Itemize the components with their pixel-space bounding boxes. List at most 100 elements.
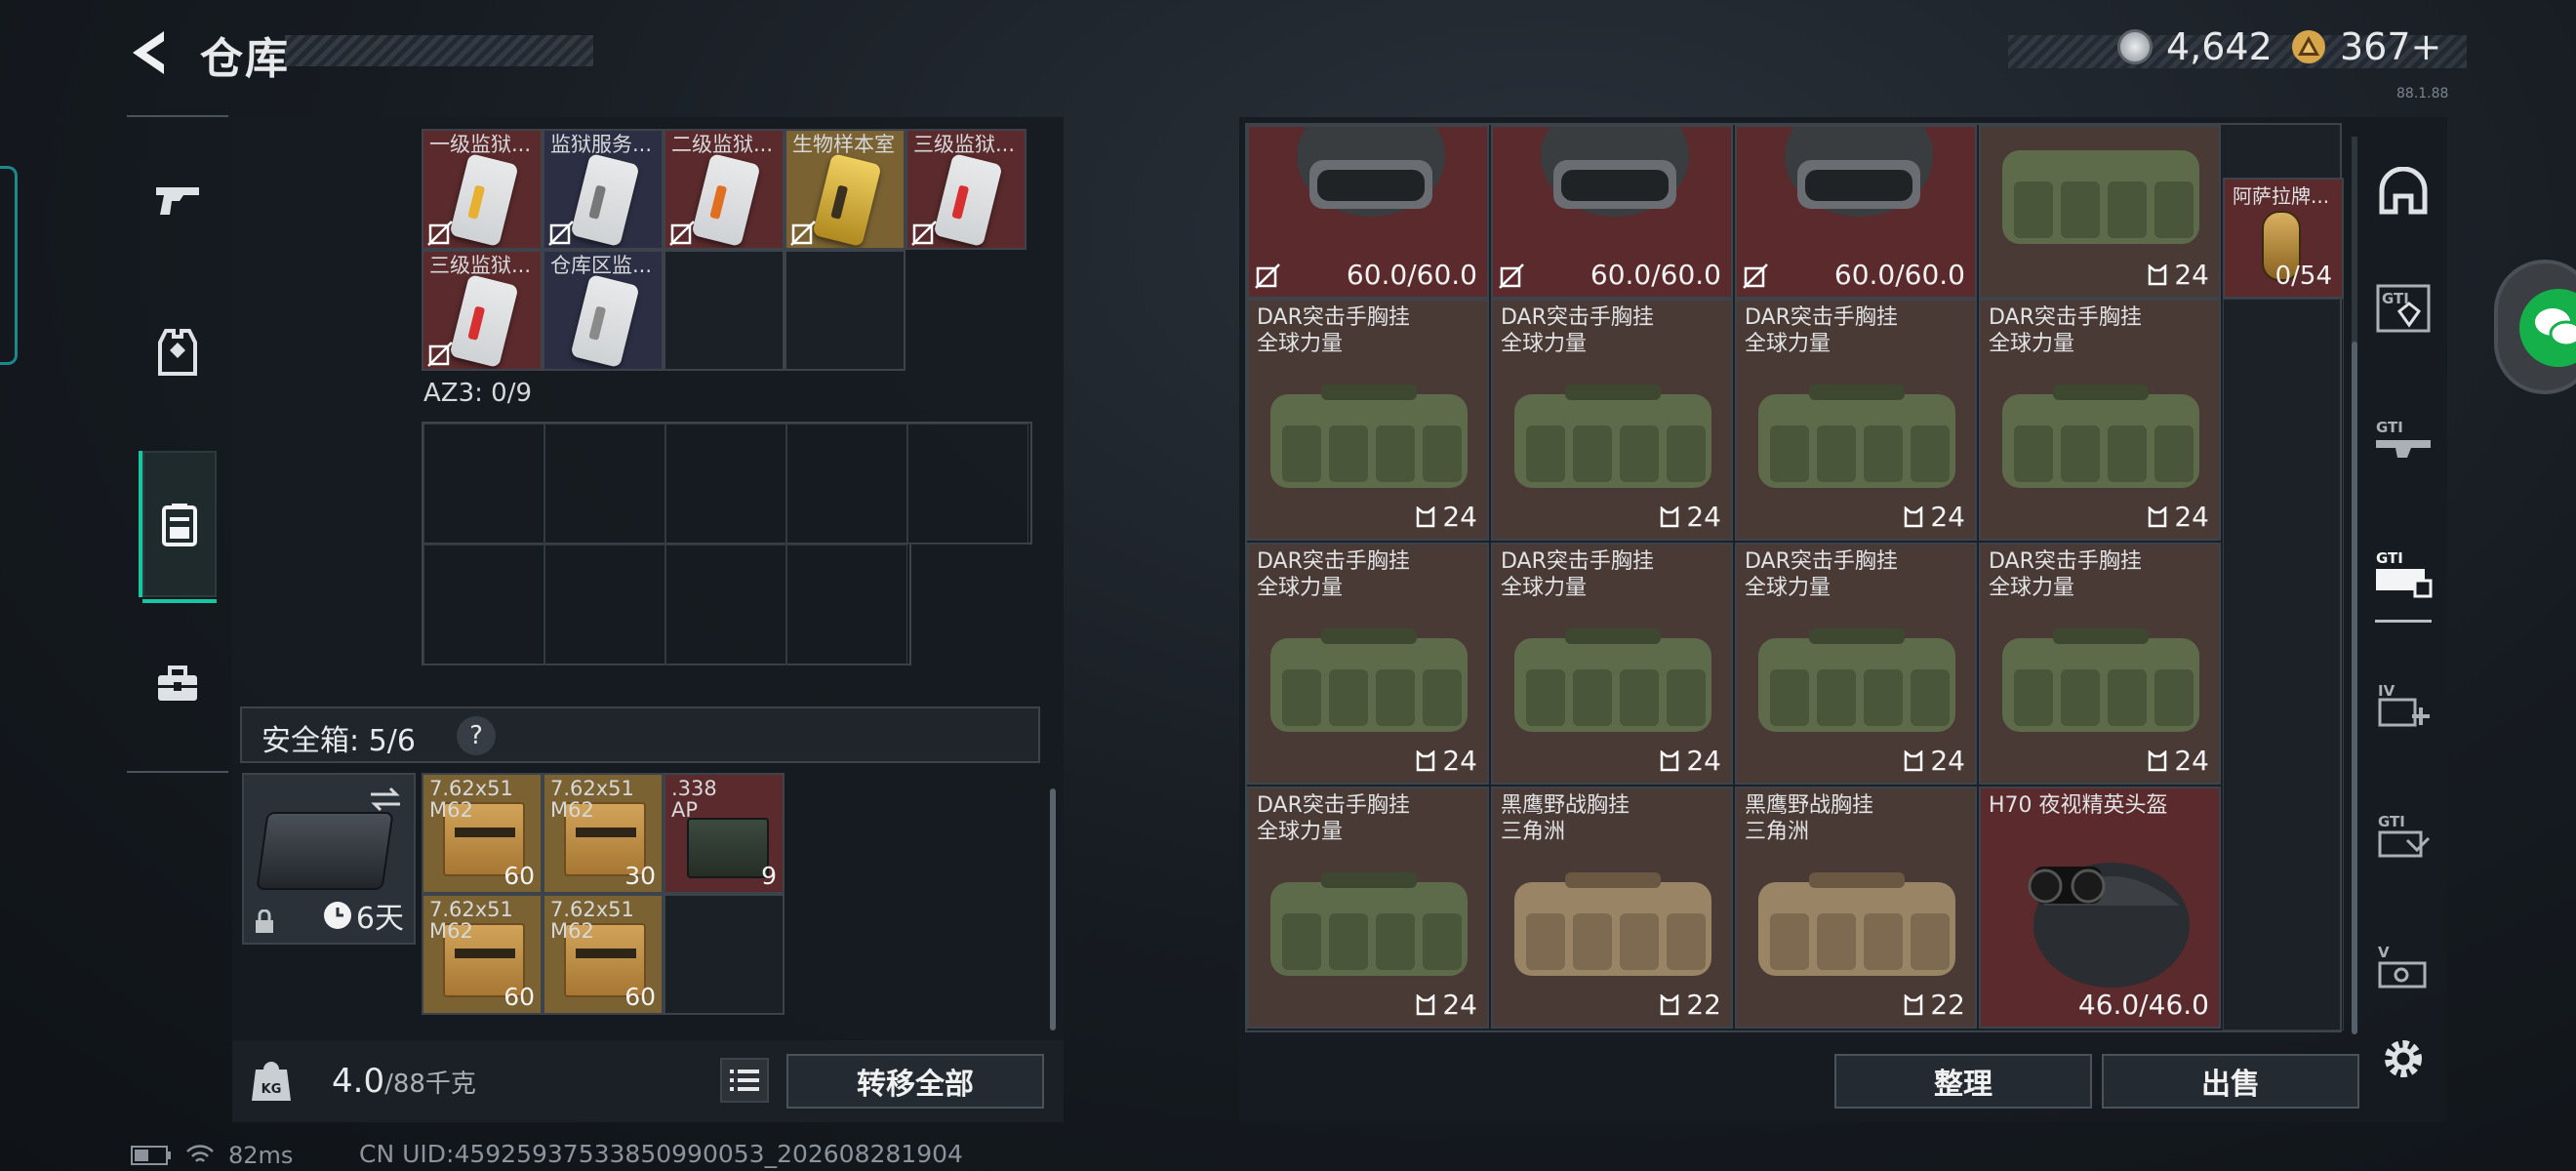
chest-rig-item[interactable]: 黑鹰野战胸挂 三角洲 22 [1735, 787, 1977, 1029]
list-view-button[interactable] [720, 1058, 769, 1103]
item-count-value: 24 [1686, 501, 1721, 533]
gti-rifle-icon: GTI [2376, 419, 2431, 458]
chest-rig-item[interactable]: DAR突击手胸挂 全球力量 24 [1247, 787, 1489, 1029]
expiry-days: 6天 [323, 894, 404, 937]
nv-helmet-item[interactable]: H70 夜视精英头盔 46.0/46.0 [1979, 787, 2221, 1029]
ammo-slot[interactable]: 7.62x51 M62 60 [422, 773, 543, 894]
chest-rig-item[interactable]: DAR突击手胸挂 全球力量 24 [1491, 543, 1733, 785]
keycard-slot[interactable]: 二级监狱... [664, 129, 785, 250]
item-name-line2: 全球力量 [1989, 332, 2075, 356]
helmet-image [1297, 127, 1445, 217]
chest-rig-item[interactable]: DAR突击手胸挂 全球力量 24 [1735, 543, 1977, 785]
keycard-slot[interactable]: 三级监狱... [906, 129, 1026, 250]
chest-rig-item[interactable]: DAR突击手胸挂 全球力量 24 [1247, 299, 1489, 541]
item-name-line1: DAR突击手胸挂 [1501, 305, 1654, 330]
token-item[interactable]: 阿萨拉牌... 0/54 [2223, 178, 2344, 299]
chest-rig-item[interactable]: 黑鹰野战胸挂 三角洲 22 [1491, 787, 1733, 1029]
item-count: 24 [1415, 989, 1477, 1021]
back-arrow-icon[interactable] [125, 27, 172, 78]
swap-icon[interactable] [369, 785, 402, 814]
chest-rig-item[interactable]: DAR突击手胸挂 全球力量 24 [1491, 299, 1733, 541]
chest-rig-item[interactable]: DAR突击手胸挂 全球力量 24 [1979, 299, 2221, 541]
empty-slot[interactable] [785, 250, 906, 371]
chat-bubble-button[interactable] [2494, 260, 2576, 394]
rail-gun[interactable] [139, 127, 217, 273]
ammo-slot[interactable]: 7.62x51 M62 30 [543, 773, 664, 894]
filter-v[interactable]: V [2365, 917, 2441, 1015]
chest-rig-image [1270, 628, 1468, 732]
chest-rig-item[interactable]: DAR突击手胸挂 全球力量 24 [1979, 543, 2221, 785]
currency-silver[interactable]: 4,642 [2117, 25, 2273, 68]
ammo-slot[interactable]: .338 AP 9 [664, 773, 785, 894]
help-button[interactable]: ? [457, 716, 496, 755]
grid-cell [665, 424, 786, 545]
filter-helmet[interactable] [2365, 142, 2441, 240]
item-count-value: 24 [1686, 745, 1721, 777]
scrollbar[interactable] [1050, 788, 1056, 1030]
no-transfer-icon [790, 221, 816, 246]
empty-slot[interactable] [664, 894, 785, 1015]
currency-gold[interactable]: 367+ [2291, 25, 2441, 68]
item-name-line1: DAR突击手胸挂 [1989, 305, 2142, 330]
settings-gear-icon[interactable] [2379, 1034, 2428, 1083]
item-name-line1: 黑鹰野战胸挂 [1745, 793, 1874, 818]
helmet-item[interactable]: 60.0/60.0 [1491, 125, 1733, 299]
rail-backpack[interactable] [139, 451, 217, 603]
item-count-value: 24 [1442, 989, 1477, 1021]
rig-icon [1661, 505, 1679, 527]
keycard-slot[interactable]: 三级监狱... [422, 250, 543, 371]
item-name: DAR突击手胸挂 全球力量 [1257, 304, 1410, 357]
left-edge-tab[interactable] [0, 166, 18, 365]
rail-vest[interactable] [139, 279, 217, 425]
organize-button[interactable]: 整理 [1834, 1054, 2092, 1109]
item-count: 24 [2147, 259, 2209, 291]
keycard-slot[interactable]: 监狱服务... [543, 129, 664, 250]
filter-armor[interactable]: GTI [2365, 260, 2441, 357]
empty-slot[interactable] [664, 250, 785, 371]
transfer-all-button[interactable]: 转移全部 [786, 1054, 1044, 1109]
chest-rig-image [1514, 872, 1711, 976]
item-name-line1: 黑鹰野战胸挂 [1501, 793, 1630, 818]
item-count-value: 24 [1442, 501, 1477, 533]
safe-case-slot[interactable]: 6天 [242, 773, 416, 945]
item-name-line2: 全球力量 [1745, 576, 1831, 600]
chest-rig-item[interactable]: DAR突击手胸挂 全球力量 24 [1735, 299, 1977, 541]
chest-rig-image [1758, 872, 1955, 976]
filter-medical[interactable]: IV [2365, 656, 2441, 753]
gold-triangle-icon [2292, 30, 2325, 63]
chest-rig-image [1758, 384, 1955, 488]
item-subname: AP [671, 798, 699, 822]
keycard-image [449, 152, 519, 248]
durability-value: 60.0/60.0 [1590, 259, 1721, 291]
gti-rig-icon: GTI [2376, 549, 2433, 598]
chest-rig-item[interactable]: DAR突击手胸挂 全球力量 24 [1247, 543, 1489, 785]
svg-text:GTI: GTI [2378, 813, 2405, 830]
item-name: 二级监狱... [671, 133, 774, 156]
item-count: 24 [1903, 501, 1965, 533]
durability-value: 46.0/46.0 [2077, 989, 2209, 1021]
chest-rig-item[interactable]: 24 [1979, 125, 2221, 299]
expiry-days-value: 6天 [355, 902, 404, 936]
helmet-item[interactable]: 60.0/60.0 [1735, 125, 1977, 299]
helmet-item[interactable]: 60.0/60.0 [1247, 125, 1489, 299]
filter-rig[interactable]: GTI [2365, 523, 2441, 623]
keycard-slot[interactable]: 仓库区监... [543, 250, 664, 371]
filter-gear[interactable]: GTI [2365, 787, 2441, 884]
ammo-slot[interactable]: 7.62x51 M62 60 [543, 894, 664, 1015]
item-subname: M62 [550, 919, 594, 943]
ammo-slot[interactable]: 7.62x51 M62 60 [422, 894, 543, 1015]
filter-rifle[interactable]: GTI [2365, 392, 2441, 490]
item-count: 24 [1415, 501, 1477, 533]
item-name: 黑鹰野战胸挂 三角洲 [1745, 792, 1873, 845]
rig-icon [1905, 749, 1923, 771]
item-name: .338 [671, 777, 717, 800]
sell-button[interactable]: 出售 [2102, 1054, 2359, 1109]
rail-briefcase[interactable] [139, 611, 217, 757]
no-transfer-icon [427, 342, 453, 367]
grid-cell [423, 545, 544, 666]
keycard-slot[interactable]: 一级监狱... [422, 129, 543, 250]
item-name-line2: 全球力量 [1257, 576, 1344, 600]
scrollbar-thumb[interactable] [2352, 342, 2357, 1034]
empty-column[interactable] [2223, 299, 2344, 1030]
keycard-slot[interactable]: 生物样本室 [785, 129, 906, 250]
